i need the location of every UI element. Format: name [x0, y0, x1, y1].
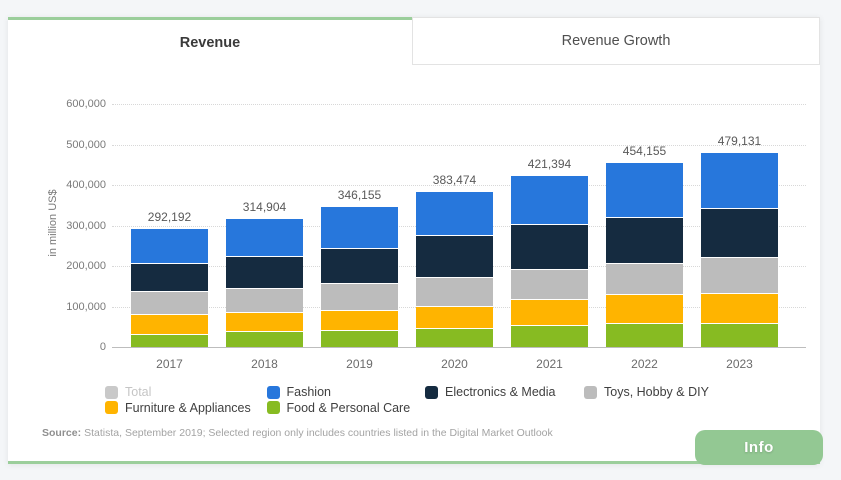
bar-segment[interactable]: [606, 163, 683, 217]
bar-segment[interactable]: [226, 330, 303, 347]
bar-segment[interactable]: [321, 283, 398, 311]
bar-segment[interactable]: [606, 216, 683, 263]
legend-label: Total: [125, 385, 152, 399]
legend-item[interactable]: Food & Personal Care: [266, 400, 411, 415]
bar-segment[interactable]: [701, 207, 778, 258]
legend-item[interactable]: Furniture & Appliances: [105, 401, 251, 415]
bar-segment[interactable]: [131, 314, 208, 334]
bar-2019[interactable]: [321, 206, 398, 347]
legend-label: Furniture & Appliances: [125, 400, 251, 415]
y-tick-label: 200,000: [66, 260, 106, 272]
bar-segment[interactable]: [321, 330, 398, 347]
bar-2018[interactable]: [226, 219, 303, 347]
legend-label: Toys, Hobby & DIY: [604, 385, 709, 399]
bar-segment[interactable]: [131, 228, 208, 264]
y-tick-label: 500,000: [66, 138, 106, 151]
bar-segment[interactable]: [701, 293, 778, 324]
y-axis-title: in million US$: [47, 189, 59, 257]
bar-segment[interactable]: [416, 305, 493, 328]
bar-segment[interactable]: [701, 323, 778, 347]
bar-segment[interactable]: [511, 299, 588, 326]
bar-segment[interactable]: [131, 263, 208, 291]
bar-segment[interactable]: [226, 288, 303, 312]
legend-marker: [584, 385, 597, 399]
bar-total-label: 346,155: [337, 187, 382, 202]
source-note: Source: Statista, September 2019; Selecte…: [42, 427, 553, 439]
bar-segment[interactable]: [226, 311, 303, 331]
bar-total-label: 479,131: [717, 133, 762, 148]
bar-segment[interactable]: [321, 248, 398, 284]
legend-marker: [105, 385, 118, 399]
legend-label: Electronics & Media: [445, 385, 556, 399]
bar-2017[interactable]: [131, 228, 208, 347]
x-tick-label: 2021: [536, 357, 563, 371]
bar-segment[interactable]: [131, 290, 208, 315]
legend-marker: [266, 385, 280, 399]
bar-segment[interactable]: [606, 262, 683, 295]
x-tick-label: 2017: [156, 357, 183, 371]
legend-label: Fashion: [286, 385, 331, 399]
bar-2021[interactable]: [511, 176, 588, 347]
bar-segment[interactable]: [511, 223, 588, 269]
x-tick-label: 2020: [441, 357, 468, 371]
stacked-bar-chart: 600,000 500,000 400,000 300,000 200,000 100,0…: [8, 17, 820, 461]
bar-segment[interactable]: [606, 294, 683, 324]
bar-segment[interactable]: [321, 310, 398, 331]
bar-2020[interactable]: [416, 191, 493, 347]
bar-segment[interactable]: [226, 219, 303, 257]
bar-segment[interactable]: [416, 191, 493, 236]
x-tick-label: 2018: [251, 357, 278, 371]
bar-segment[interactable]: [511, 268, 588, 300]
info-button[interactable]: Info: [695, 430, 823, 465]
bar-segment[interactable]: [416, 327, 493, 347]
source-label: Source:: [42, 427, 82, 439]
bar-segment[interactable]: [416, 235, 493, 277]
x-tick-label: 2023: [726, 357, 753, 371]
legend-marker: [425, 385, 438, 399]
legend-label: Food & Personal Care: [286, 400, 411, 415]
legend-marker: [105, 401, 118, 414]
legend-item[interactable]: Electronics & Media: [425, 385, 555, 399]
x-tick-label: 2019: [346, 357, 373, 371]
bar-segment[interactable]: [511, 176, 588, 224]
legend-item[interactable]: Total: [105, 385, 151, 399]
bar-segment[interactable]: [226, 256, 303, 289]
bar-segment[interactable]: [511, 325, 588, 347]
gridline: [112, 104, 806, 105]
bar-2022[interactable]: [606, 163, 683, 347]
bar-total-label: 421,394: [527, 157, 572, 172]
bar-segment[interactable]: [321, 206, 398, 249]
x-tick-label: 2022: [631, 357, 658, 371]
y-tick-label: 100,000: [66, 300, 106, 313]
y-tick-label: 600,000: [66, 98, 106, 110]
chart-card: Revenue Revenue Growth 600,000 500,000 400…: [8, 17, 823, 465]
bar-segment[interactable]: [701, 152, 778, 208]
bar-total-label: 383,474: [432, 172, 477, 187]
bar-segment[interactable]: [606, 323, 683, 347]
legend-item[interactable]: Fashion: [266, 385, 331, 399]
legend-marker: [266, 401, 280, 414]
bar-segment[interactable]: [416, 276, 493, 306]
y-tick-label: 0: [99, 341, 106, 353]
source-text: Statista, September 2019; Selected regio…: [84, 427, 553, 439]
legend-item[interactable]: Toys, Hobby & DIY: [584, 385, 709, 399]
bar-2023[interactable]: [701, 152, 778, 347]
x-axis-line: [112, 347, 806, 348]
bar-segment[interactable]: [131, 333, 208, 347]
bar-segment[interactable]: [701, 257, 778, 294]
